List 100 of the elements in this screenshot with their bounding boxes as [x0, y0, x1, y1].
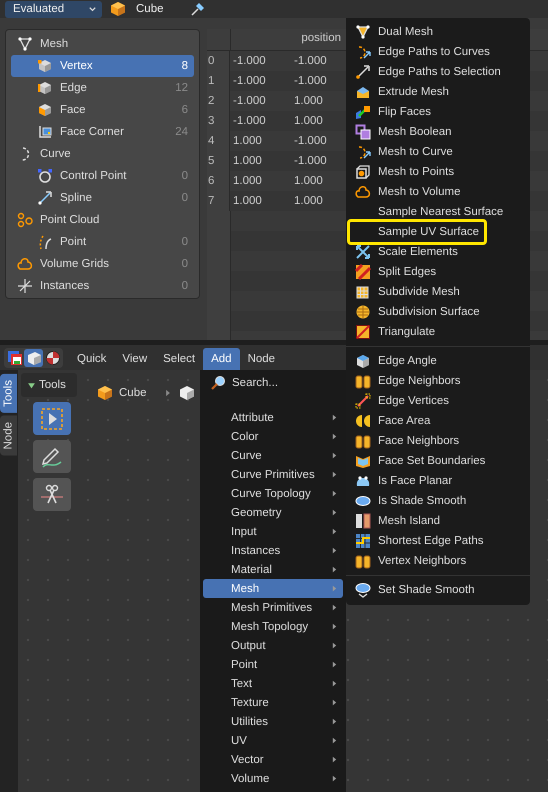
menu-item[interactable]: Select: [155, 348, 204, 370]
dataset-item[interactable]: Vertex 8: [11, 55, 194, 77]
menu-item[interactable]: Set Shade Smooth: [346, 580, 530, 600]
dataset-item[interactable]: Control Point 0: [11, 165, 194, 187]
menu-item[interactable]: Mesh to Volume: [346, 182, 530, 202]
menu-item[interactable]: Mesh Topology: [203, 617, 343, 636]
menu-item[interactable]: Shortest Edge Paths: [346, 531, 530, 551]
circles-icon: [17, 212, 33, 228]
menu-item[interactable]: Face Area: [346, 411, 530, 431]
dataset-item[interactable]: Volume Grids 0: [11, 253, 194, 275]
menu-item[interactable]: Node: [240, 348, 284, 370]
grid-path-icon: [355, 533, 371, 549]
menu-item[interactable]: Flip Faces: [346, 102, 530, 122]
menu-item[interactable]: Input: [203, 522, 343, 541]
menu-item[interactable]: View: [114, 348, 156, 370]
menu-item[interactable]: Scale Elements: [346, 242, 530, 262]
view-mode-button[interactable]: [5, 348, 24, 366]
dataset-item[interactable]: Spline 0: [11, 187, 194, 209]
menu-item[interactable]: Triangulate: [346, 322, 530, 342]
dataset-item[interactable]: Edge 12: [11, 77, 194, 99]
menu-item[interactable]: Edge Paths to Selection: [346, 62, 530, 82]
menu-item[interactable]: Edge Angle: [346, 351, 530, 371]
tool-button[interactable]: [33, 440, 71, 473]
side-tab[interactable]: Tools: [0, 374, 17, 413]
menu-item[interactable]: Mesh to Curve: [346, 142, 530, 162]
row-index: 3: [207, 111, 230, 131]
menu-item[interactable]: Face Set Boundaries: [346, 451, 530, 471]
menu-item[interactable]: Curve Topology: [203, 484, 343, 503]
table-cell-text: 1.000: [232, 175, 263, 187]
dataset-item[interactable]: Curve: [11, 143, 194, 165]
menu-item[interactable]: Mesh: [203, 579, 343, 598]
dataset-item[interactable]: Mesh: [11, 33, 194, 55]
menu-item[interactable]: Output: [203, 636, 343, 655]
menu-item[interactable]: Mesh Island: [346, 511, 530, 531]
menu-item[interactable]: Text: [203, 674, 343, 693]
menu-item[interactable]: Is Face Planar: [346, 471, 530, 491]
menu-item[interactable]: Vertex Neighbors: [346, 551, 530, 571]
menu-item[interactable]: Color: [203, 427, 343, 446]
menu-item[interactable]: Utilities: [203, 712, 343, 731]
cloud-icon: [17, 256, 33, 272]
edge-vertices-icon: [355, 393, 371, 409]
table-cell-text: 1.000: [293, 95, 324, 107]
tools-panel-header[interactable]: Tools: [21, 373, 77, 397]
menu-item[interactable]: Volume: [203, 769, 343, 788]
menu-item[interactable]: Vector: [203, 750, 343, 769]
menu-item[interactable]: UV: [203, 731, 343, 750]
row-index: 7: [207, 191, 230, 211]
cube-icon: [97, 385, 113, 401]
menu-item[interactable]: Extrude Mesh: [346, 82, 530, 102]
menu-item[interactable]: Texture: [203, 693, 343, 712]
menu-item[interactable]: Sample Nearest Surface: [346, 202, 530, 222]
submenu-arrow-icon: [330, 508, 339, 517]
menu-item[interactable]: Geometry: [203, 503, 343, 522]
view-mode-button[interactable]: [24, 348, 43, 366]
menu-item[interactable]: Mesh Boolean: [346, 122, 530, 142]
editor-type-icon: [6, 350, 22, 366]
menu-item[interactable]: Edge Vertices: [346, 391, 530, 411]
pin-icon[interactable]: [190, 1, 206, 17]
search-item[interactable]: Search...: [203, 372, 343, 394]
row-index: 0: [207, 51, 230, 71]
flip-arrow-icon: [355, 104, 371, 120]
tool-button[interactable]: [33, 402, 71, 435]
menu-item[interactable]: Face Neighbors: [346, 431, 530, 451]
menu-item[interactable]: Subdivide Mesh: [346, 282, 530, 302]
view-mode-button[interactable]: [43, 348, 62, 366]
menu-item[interactable]: Curve Primitives: [203, 465, 343, 484]
dataset-item[interactable]: Point Cloud: [11, 209, 194, 231]
side-tab[interactable]: Node: [0, 416, 17, 456]
submenu-arrow-icon: [330, 565, 339, 574]
menu-item[interactable]: Attribute: [203, 408, 343, 427]
tool-button[interactable]: [33, 478, 71, 511]
search-icon: [210, 375, 226, 391]
table-cell-text: -1.000: [293, 55, 328, 67]
cube-face-icon: [37, 102, 53, 118]
menu-item[interactable]: Sample UV Surface: [346, 222, 530, 242]
menu-item[interactable]: Point: [203, 655, 343, 674]
cube-icon: [355, 353, 371, 369]
cube-icon: [178, 385, 194, 401]
menu-item[interactable]: Subdivision Surface: [346, 302, 530, 322]
menu-item[interactable]: Curve: [203, 446, 343, 465]
menu-item[interactable]: Split Edges: [346, 262, 530, 282]
menu-item[interactable]: Material: [203, 560, 343, 579]
menu-item[interactable]: Dual Mesh: [346, 22, 530, 42]
dataset-item[interactable]: Point 0: [11, 231, 194, 253]
menu-item[interactable]: Add: [203, 348, 240, 370]
menu-item[interactable]: Instances: [203, 541, 343, 560]
select-box-icon: [40, 406, 64, 430]
menu-item[interactable]: Is Shade Smooth: [346, 491, 530, 511]
menu-item[interactable]: Edge Neighbors: [346, 371, 530, 391]
submenu-arrow-icon: [330, 527, 339, 536]
menu-item[interactable]: Mesh to Points: [346, 162, 530, 182]
display-mode-dropdown[interactable]: Evaluated: [5, 0, 102, 18]
menu-item[interactable]: Edge Paths to Curves: [346, 42, 530, 62]
dataset-item[interactable]: Face Corner 24: [11, 121, 194, 143]
menu-item[interactable]: Quick: [69, 348, 114, 370]
dataset-item[interactable]: Face 6: [11, 99, 194, 121]
menu-item[interactable]: Mesh Primitives: [203, 598, 343, 617]
disc-icon: [355, 493, 371, 509]
submenu-arrow-icon: [330, 698, 339, 707]
dataset-item[interactable]: Instances 0: [11, 275, 194, 297]
